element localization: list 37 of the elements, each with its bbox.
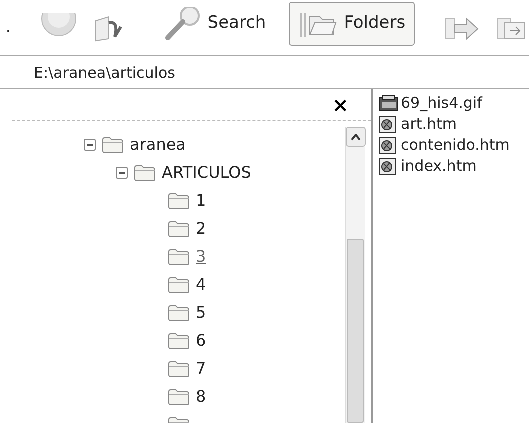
scrollbar[interactable] [345,127,365,423]
scroll-up-button[interactable] [346,127,366,147]
folder-icon [134,164,156,182]
folder-label[interactable]: 6 [196,329,206,353]
folder-icon [168,276,190,294]
folder-label[interactable]: 5 [196,301,206,325]
folder-label[interactable]: 1 [196,189,206,213]
folder-icon [102,136,124,154]
folder-icon [168,304,190,322]
collapse-toggle[interactable] [116,167,128,179]
caret-up-icon [351,134,361,140]
folder-icon [168,388,190,406]
file-name[interactable]: index.htm [401,155,477,178]
scroll-thumb[interactable] [347,239,364,423]
folder-label[interactable]: ARTICULOS [162,161,252,185]
folder-icon [168,220,190,238]
address-field[interactable]: E:\aranea\articulos [0,56,529,89]
folder-label[interactable]: 4 [196,273,206,297]
folder-label[interactable]: 7 [196,357,206,381]
folder-icon [168,192,190,210]
close-button[interactable]: × [330,94,351,114]
search-icon [164,6,202,40]
file-name[interactable]: 69_his4.gif [401,92,482,115]
folder-icon [168,332,190,350]
folder-label[interactable]: 2 [196,217,206,241]
folder-label[interactable]: aranea [130,133,186,157]
folder-label[interactable]: 3 [196,245,206,269]
file-name[interactable]: art.htm [401,113,458,136]
toolbar-dot: . [6,17,11,38]
file-name[interactable]: contenido.htm [401,134,510,157]
folder-icon [168,248,190,266]
search-button[interactable]: Search [154,2,276,46]
collapse-toggle[interactable] [84,139,96,151]
image-file-icon [379,94,399,112]
folder-label[interactable]: 8 [196,385,206,409]
folders-button[interactable]: Folders [289,2,415,46]
folder-icon [168,360,190,378]
